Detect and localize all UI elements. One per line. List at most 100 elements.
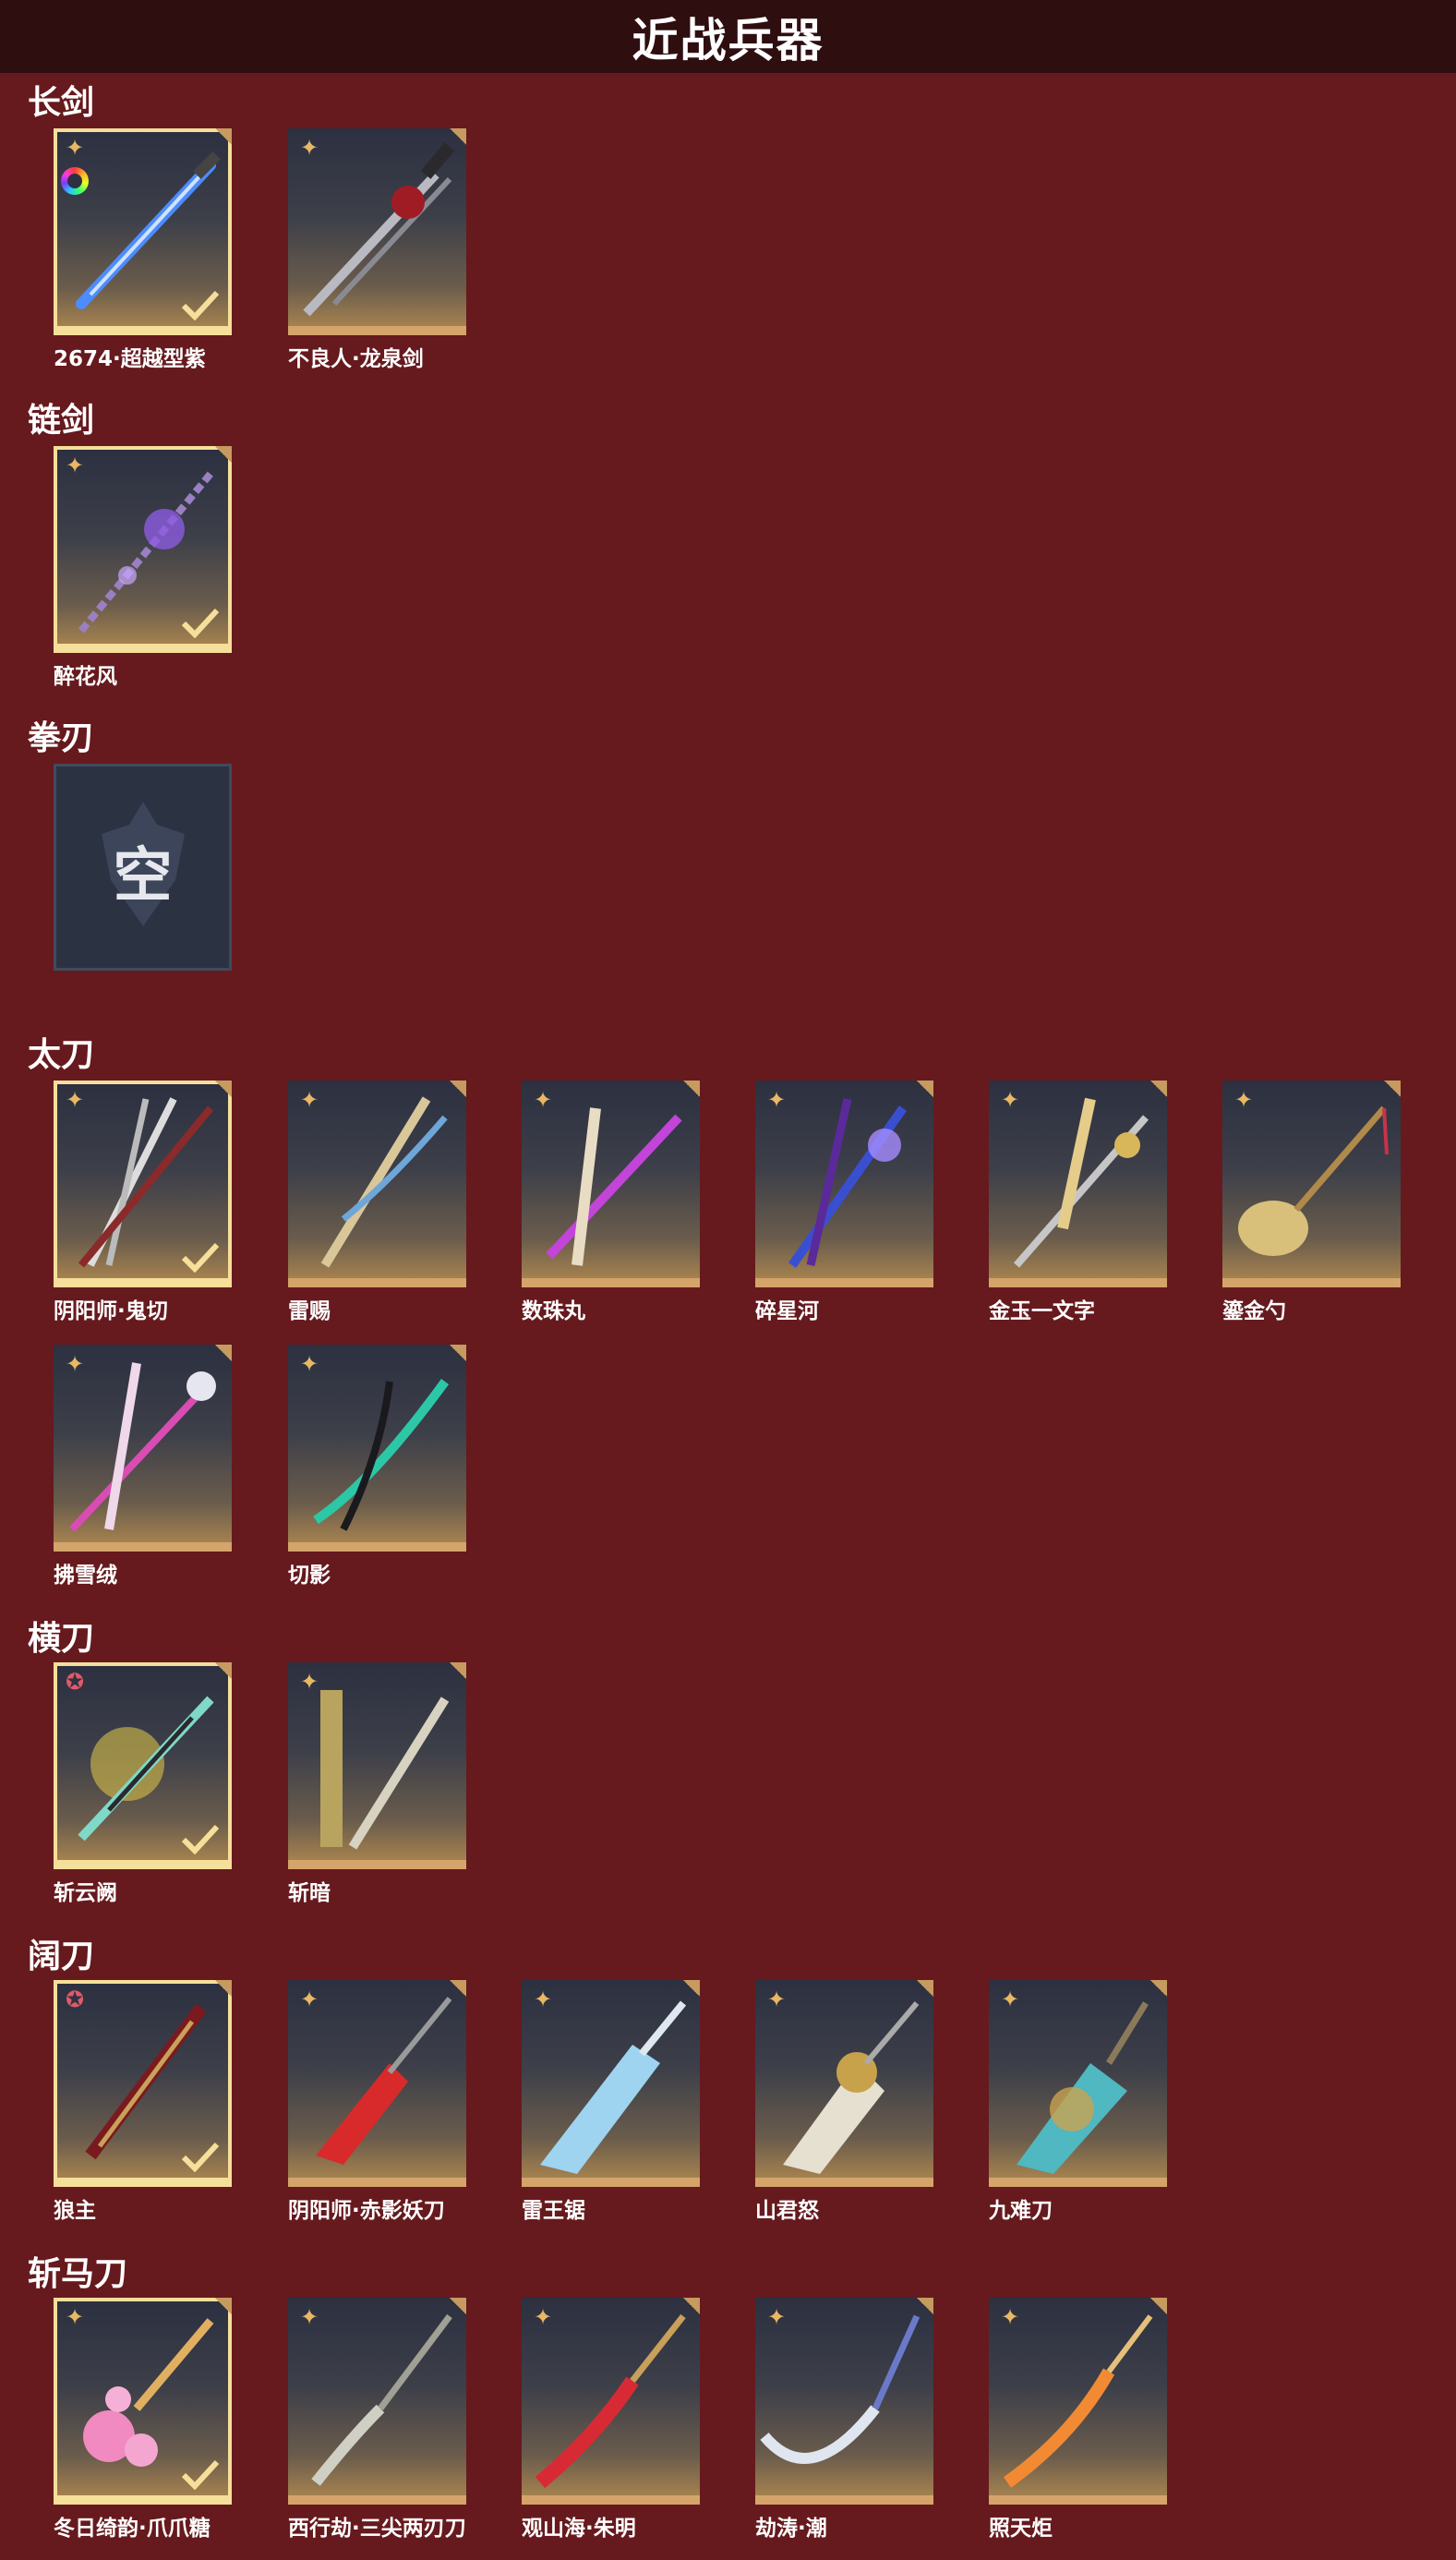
weapon-name: 斩暗 bbox=[288, 1881, 331, 1905]
corner-marker bbox=[450, 128, 466, 145]
red-star-icon: ✪ bbox=[65, 1669, 85, 1695]
check-icon bbox=[181, 2459, 220, 2490]
weapon-card[interactable]: ✪ 狼主 bbox=[54, 1980, 232, 2223]
weapon-card[interactable]: ✦ 拂雪绒 bbox=[54, 1345, 232, 1588]
section-title-chainsword: 链剑 bbox=[28, 402, 95, 440]
weapon-card[interactable]: ✦ 碎星河 bbox=[755, 1081, 933, 1323]
gold-star-icon: ✦ bbox=[65, 453, 85, 478]
weapon-name: 鎏金勺 bbox=[1222, 1299, 1286, 1323]
weapon-name: 九难刀 bbox=[989, 2199, 1053, 2223]
weapon-name: 拂雪绒 bbox=[54, 1564, 117, 1588]
corner-marker bbox=[683, 1980, 700, 1997]
corner-marker bbox=[215, 1662, 232, 1679]
weapon-card[interactable]: ✦ 西行劫·三尖两刃刀 bbox=[288, 2298, 466, 2541]
check-icon bbox=[181, 290, 220, 320]
weapon-name: 数珠丸 bbox=[522, 1299, 585, 1323]
gold-star-icon: ✦ bbox=[65, 2304, 85, 2330]
check-icon bbox=[181, 2142, 220, 2172]
page-header: 近战兵器 bbox=[0, 0, 1456, 73]
gold-star-icon: ✦ bbox=[299, 135, 319, 161]
gold-star-icon: ✦ bbox=[533, 1087, 553, 1113]
gold-star-icon: ✦ bbox=[65, 135, 85, 161]
corner-marker bbox=[450, 1662, 466, 1679]
check-icon bbox=[181, 1242, 220, 1273]
weapon-name: 阴阳师·鬼切 bbox=[54, 1299, 168, 1323]
gold-star-icon: ✦ bbox=[299, 2304, 319, 2330]
corner-marker bbox=[917, 2298, 933, 2314]
weapon-card[interactable]: ✦ 2674·超越型紫 bbox=[54, 128, 232, 371]
weapon-name: 阴阳师·赤影妖刀 bbox=[288, 2199, 445, 2223]
weapon-name: 狼主 bbox=[54, 2199, 96, 2223]
weapon-name: 观山海·朱明 bbox=[522, 2517, 636, 2541]
section-title-hengdao: 横刀 bbox=[28, 1620, 95, 1658]
corner-marker bbox=[215, 1081, 232, 1097]
weapon-card[interactable]: ✦ 山君怒 bbox=[755, 1980, 933, 2223]
section-title-zhanmadao: 斩马刀 bbox=[28, 2255, 128, 2293]
gold-star-icon: ✦ bbox=[766, 1087, 787, 1113]
weapon-card[interactable]: ✦ 雷王锯 bbox=[522, 1980, 700, 2223]
gold-star-icon: ✦ bbox=[65, 1087, 85, 1113]
gold-star-icon: ✦ bbox=[1000, 1087, 1020, 1113]
corner-marker bbox=[215, 446, 232, 463]
weapon-card[interactable]: ✦ 雷赐 bbox=[288, 1081, 466, 1323]
weapon-card[interactable]: ✦ 金玉一文字 bbox=[989, 1081, 1167, 1323]
gold-star-icon: ✦ bbox=[65, 1351, 85, 1377]
weapon-card[interactable]: ✦ 鎏金勺 bbox=[1222, 1081, 1401, 1323]
gold-star-icon: ✦ bbox=[766, 2304, 787, 2330]
weapon-card[interactable]: ✦ 阴阳师·赤影妖刀 bbox=[288, 1980, 466, 2223]
check-icon bbox=[181, 608, 220, 638]
weapon-card[interactable]: ✦ 劫涛·潮 bbox=[755, 2298, 933, 2541]
weapon-name: 碎星河 bbox=[755, 1299, 819, 1323]
corner-marker bbox=[215, 1345, 232, 1361]
gold-star-icon: ✦ bbox=[533, 1986, 553, 2012]
corner-marker bbox=[450, 1081, 466, 1097]
red-star-icon: ✪ bbox=[65, 1986, 85, 2012]
weapon-card[interactable]: ✦ 不良人·龙泉剑 bbox=[288, 128, 466, 371]
weapon-card[interactable]: ✦ 斩暗 bbox=[288, 1662, 466, 1905]
page-title: 近战兵器 bbox=[632, 13, 824, 67]
corner-marker bbox=[1384, 1081, 1401, 1097]
color-ring-icon bbox=[61, 167, 89, 195]
corner-marker bbox=[1150, 1980, 1167, 1997]
weapon-card[interactable]: ✦ 阴阳师·鬼切 bbox=[54, 1081, 232, 1323]
gold-star-icon: ✦ bbox=[766, 1986, 787, 2012]
gold-star-icon: ✦ bbox=[299, 1351, 319, 1377]
weapon-card[interactable]: ✦ 切影 bbox=[288, 1345, 466, 1588]
weapon-card[interactable]: ✦ 数珠丸 bbox=[522, 1081, 700, 1323]
section-title-fistblade: 拳刃 bbox=[28, 719, 95, 757]
corner-marker bbox=[215, 2298, 232, 2314]
gold-star-icon: ✦ bbox=[299, 1669, 319, 1695]
weapon-name: 醉花风 bbox=[54, 665, 117, 689]
empty-slot-label: 空 bbox=[113, 842, 173, 911]
weapon-card[interactable]: ✦ 观山海·朱明 bbox=[522, 2298, 700, 2541]
corner-marker bbox=[917, 1081, 933, 1097]
weapon-name: 2674·超越型紫 bbox=[54, 347, 206, 371]
corner-marker bbox=[1150, 2298, 1167, 2314]
corner-marker bbox=[450, 1345, 466, 1361]
weapon-card[interactable]: ✦ 冬日绮韵·爪爪糖 bbox=[54, 2298, 232, 2541]
weapon-name: 金玉一文字 bbox=[989, 1299, 1095, 1323]
corner-marker bbox=[1150, 1081, 1167, 1097]
gold-star-icon: ✦ bbox=[299, 1986, 319, 2012]
corner-marker bbox=[215, 128, 232, 145]
gold-star-icon: ✦ bbox=[1233, 1087, 1254, 1113]
weapon-name: 照天炬 bbox=[989, 2517, 1053, 2541]
corner-marker bbox=[450, 2298, 466, 2314]
weapon-name: 冬日绮韵·爪爪糖 bbox=[54, 2517, 211, 2541]
weapon-name: 切影 bbox=[288, 1564, 331, 1588]
weapon-card[interactable]: ✪ 斩云阙 bbox=[54, 1662, 232, 1905]
weapon-name: 西行劫·三尖两刃刀 bbox=[288, 2517, 466, 2541]
gold-star-icon: ✦ bbox=[299, 1087, 319, 1113]
weapon-card[interactable]: ✦ 醉花风 bbox=[54, 446, 232, 689]
empty-weapon-slot[interactable]: 空 bbox=[54, 764, 232, 971]
corner-marker bbox=[450, 1980, 466, 1997]
weapon-card[interactable]: ✦ 照天炬 bbox=[989, 2298, 1167, 2541]
weapon-name: 劫涛·潮 bbox=[755, 2517, 827, 2541]
weapon-card[interactable]: ✦ 九难刀 bbox=[989, 1980, 1167, 2223]
corner-marker bbox=[683, 1081, 700, 1097]
weapon-name: 斩云阙 bbox=[54, 1881, 117, 1905]
gold-star-icon: ✦ bbox=[1000, 2304, 1020, 2330]
section-title-kuodao: 阔刀 bbox=[28, 1938, 95, 1975]
section-title-longsword: 长剑 bbox=[28, 84, 95, 122]
corner-marker bbox=[917, 1980, 933, 1997]
